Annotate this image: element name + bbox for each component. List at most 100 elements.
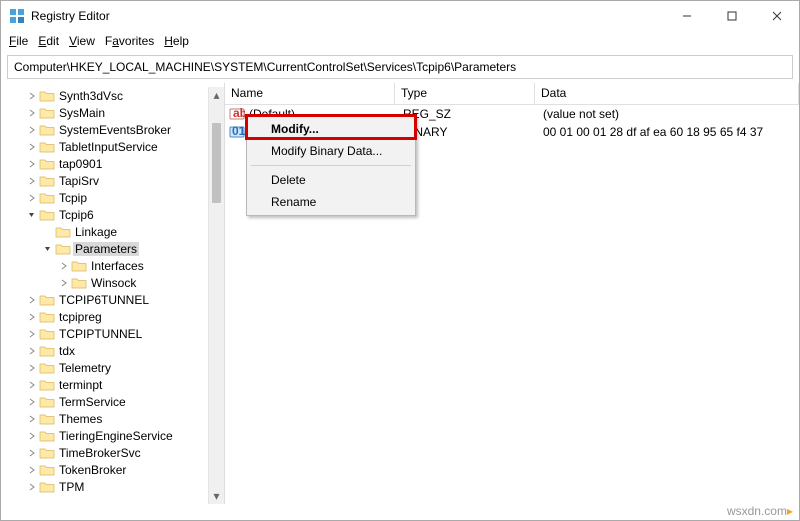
tree-item-label: TCPIPTUNNEL	[59, 327, 142, 341]
tree-item[interactable]: TabletInputService	[1, 138, 208, 155]
tree-item-label: SystemEventsBroker	[59, 123, 171, 137]
chevron-right-icon[interactable]	[25, 329, 39, 339]
menu-view[interactable]: View	[65, 33, 99, 49]
tree-item[interactable]: Tcpip	[1, 189, 208, 206]
tree-item[interactable]: TermService	[1, 393, 208, 410]
folder-icon	[71, 259, 87, 273]
chevron-right-icon[interactable]	[25, 295, 39, 305]
chevron-right-icon[interactable]	[25, 346, 39, 356]
chevron-right-icon[interactable]	[25, 448, 39, 458]
chevron-right-icon[interactable]	[25, 312, 39, 322]
chevron-down-icon[interactable]	[41, 244, 55, 254]
tree-item[interactable]: Telemetry	[1, 359, 208, 376]
chevron-right-icon[interactable]	[25, 380, 39, 390]
tree-item-label: TabletInputService	[59, 140, 158, 154]
chevron-right-icon[interactable]	[25, 91, 39, 101]
tree-item-label: TimeBrokerSvc	[59, 446, 141, 460]
value-data: (value not set)	[537, 107, 799, 121]
folder-icon	[39, 395, 55, 409]
maximize-button[interactable]	[709, 1, 754, 31]
chevron-right-icon[interactable]	[57, 261, 71, 271]
string-value-icon: ab	[229, 106, 245, 122]
tree-item[interactable]: terminpt	[1, 376, 208, 393]
folder-icon	[39, 106, 55, 120]
context-menu-modify[interactable]: Modify...	[249, 118, 413, 140]
scrollbar-thumb[interactable]	[212, 123, 221, 203]
tree-item-label: SysMain	[59, 106, 105, 120]
folder-icon	[39, 463, 55, 477]
chevron-right-icon[interactable]	[25, 193, 39, 203]
tree-item[interactable]: Parameters	[1, 240, 208, 257]
tree-panel: Synth3dVsc SysMain SystemEventsBroker Table…	[1, 83, 225, 504]
menu-help[interactable]: Help	[160, 33, 193, 49]
column-header-name[interactable]: Name	[225, 83, 395, 104]
tree-item[interactable]: Synth3dVsc	[1, 87, 208, 104]
chevron-right-icon[interactable]	[25, 363, 39, 373]
tree-item-label: Winsock	[91, 276, 136, 290]
tree-item-label: TermService	[59, 395, 126, 409]
chevron-right-icon[interactable]	[25, 125, 39, 135]
menu-favorites[interactable]: Favorites	[101, 33, 158, 49]
chevron-right-icon[interactable]	[25, 465, 39, 475]
tree-item[interactable]: TimeBrokerSvc	[1, 444, 208, 461]
column-header-data[interactable]: Data	[535, 83, 799, 104]
tree-item[interactable]: Themes	[1, 410, 208, 427]
tree-item[interactable]: Winsock	[1, 274, 208, 291]
menu-file[interactable]: File	[5, 33, 32, 49]
scroll-down-icon[interactable]: ▾	[209, 488, 224, 504]
close-button[interactable]	[754, 1, 799, 31]
chevron-right-icon[interactable]	[25, 108, 39, 118]
scroll-up-icon[interactable]: ▴	[209, 87, 224, 103]
chevron-right-icon[interactable]	[25, 176, 39, 186]
chevron-right-icon[interactable]	[25, 414, 39, 424]
folder-icon	[39, 123, 55, 137]
tree-item[interactable]: Linkage	[1, 223, 208, 240]
menu-edit[interactable]: Edit	[34, 33, 63, 49]
tree-item-label: Telemetry	[59, 361, 111, 375]
tree-item-label: Parameters	[73, 242, 139, 256]
tree-item-label: tcpipreg	[59, 310, 102, 324]
value-data: 00 01 00 01 28 df af ea 60 18 95 65 f4 3…	[537, 125, 799, 139]
chevron-right-icon[interactable]	[25, 482, 39, 492]
folder-icon	[39, 89, 55, 103]
tree-item-label: tap0901	[59, 157, 102, 171]
tree-scrollbar[interactable]: ▴ ▾	[208, 87, 224, 504]
svg-text:011: 011	[232, 124, 245, 138]
minimize-button[interactable]	[664, 1, 709, 31]
folder-icon	[39, 344, 55, 358]
folder-icon	[39, 327, 55, 341]
folder-icon	[39, 412, 55, 426]
tree-item[interactable]: TapiSrv	[1, 172, 208, 189]
chevron-right-icon[interactable]	[25, 142, 39, 152]
svg-text:ab: ab	[233, 106, 245, 120]
folder-icon	[39, 157, 55, 171]
tree-item[interactable]: SystemEventsBroker	[1, 121, 208, 138]
tree-item[interactable]: tdx	[1, 342, 208, 359]
context-menu-modify-binary[interactable]: Modify Binary Data...	[249, 140, 413, 162]
context-menu-delete[interactable]: Delete	[249, 169, 413, 191]
context-menu-rename[interactable]: Rename	[249, 191, 413, 213]
folder-icon	[39, 429, 55, 443]
chevron-right-icon[interactable]	[25, 431, 39, 441]
tree-item[interactable]: TieringEngineService	[1, 427, 208, 444]
tree-item[interactable]: SysMain	[1, 104, 208, 121]
tree-item[interactable]: Tcpip6	[1, 206, 208, 223]
tree-item[interactable]: TCPIPTUNNEL	[1, 325, 208, 342]
chevron-right-icon[interactable]	[25, 397, 39, 407]
chevron-down-icon[interactable]	[25, 210, 39, 220]
address-bar[interactable]: Computer\HKEY_LOCAL_MACHINE\SYSTEM\Curre…	[7, 55, 793, 79]
window-title: Registry Editor	[31, 9, 664, 23]
tree-item[interactable]: TPM	[1, 478, 208, 495]
chevron-right-icon[interactable]	[25, 159, 39, 169]
watermark: wsxdn.com▸	[727, 504, 793, 518]
list-header: Name Type Data	[225, 83, 799, 105]
tree-item[interactable]: tcpipreg	[1, 308, 208, 325]
chevron-right-icon[interactable]	[57, 278, 71, 288]
column-header-type[interactable]: Type	[395, 83, 535, 104]
tree-item[interactable]: TokenBroker	[1, 461, 208, 478]
folder-icon	[39, 446, 55, 460]
tree-item[interactable]: TCPIP6TUNNEL	[1, 291, 208, 308]
tree-item[interactable]: tap0901	[1, 155, 208, 172]
tree-item[interactable]: Interfaces	[1, 257, 208, 274]
folder-icon	[55, 225, 71, 239]
